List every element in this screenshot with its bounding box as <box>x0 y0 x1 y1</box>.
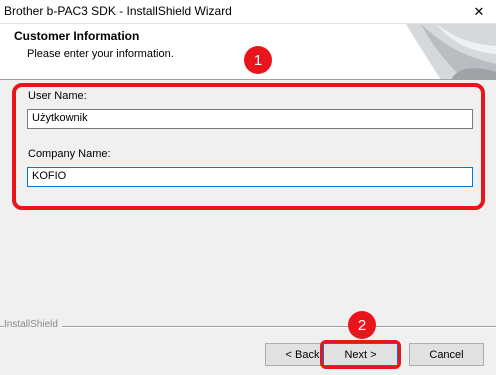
close-icon[interactable]: ✕ <box>462 0 496 23</box>
form-highlight-box <box>12 83 485 210</box>
page-subtitle: Please enter your information. <box>27 48 174 60</box>
installshield-art-icon <box>406 24 496 79</box>
page-title: Customer Information <box>14 29 140 43</box>
step-badge-1: 1 <box>244 46 272 74</box>
title-bar: Brother b-PAC3 SDK - InstallShield Wizar… <box>0 0 496 24</box>
footer-divider <box>0 326 496 328</box>
window-title: Brother b-PAC3 SDK - InstallShield Wizar… <box>4 4 232 18</box>
installshield-brand: InstallShield <box>4 319 62 330</box>
next-highlight-box <box>320 340 401 369</box>
cancel-button[interactable]: Cancel <box>409 343 484 366</box>
step-badge-2: 2 <box>348 311 376 339</box>
